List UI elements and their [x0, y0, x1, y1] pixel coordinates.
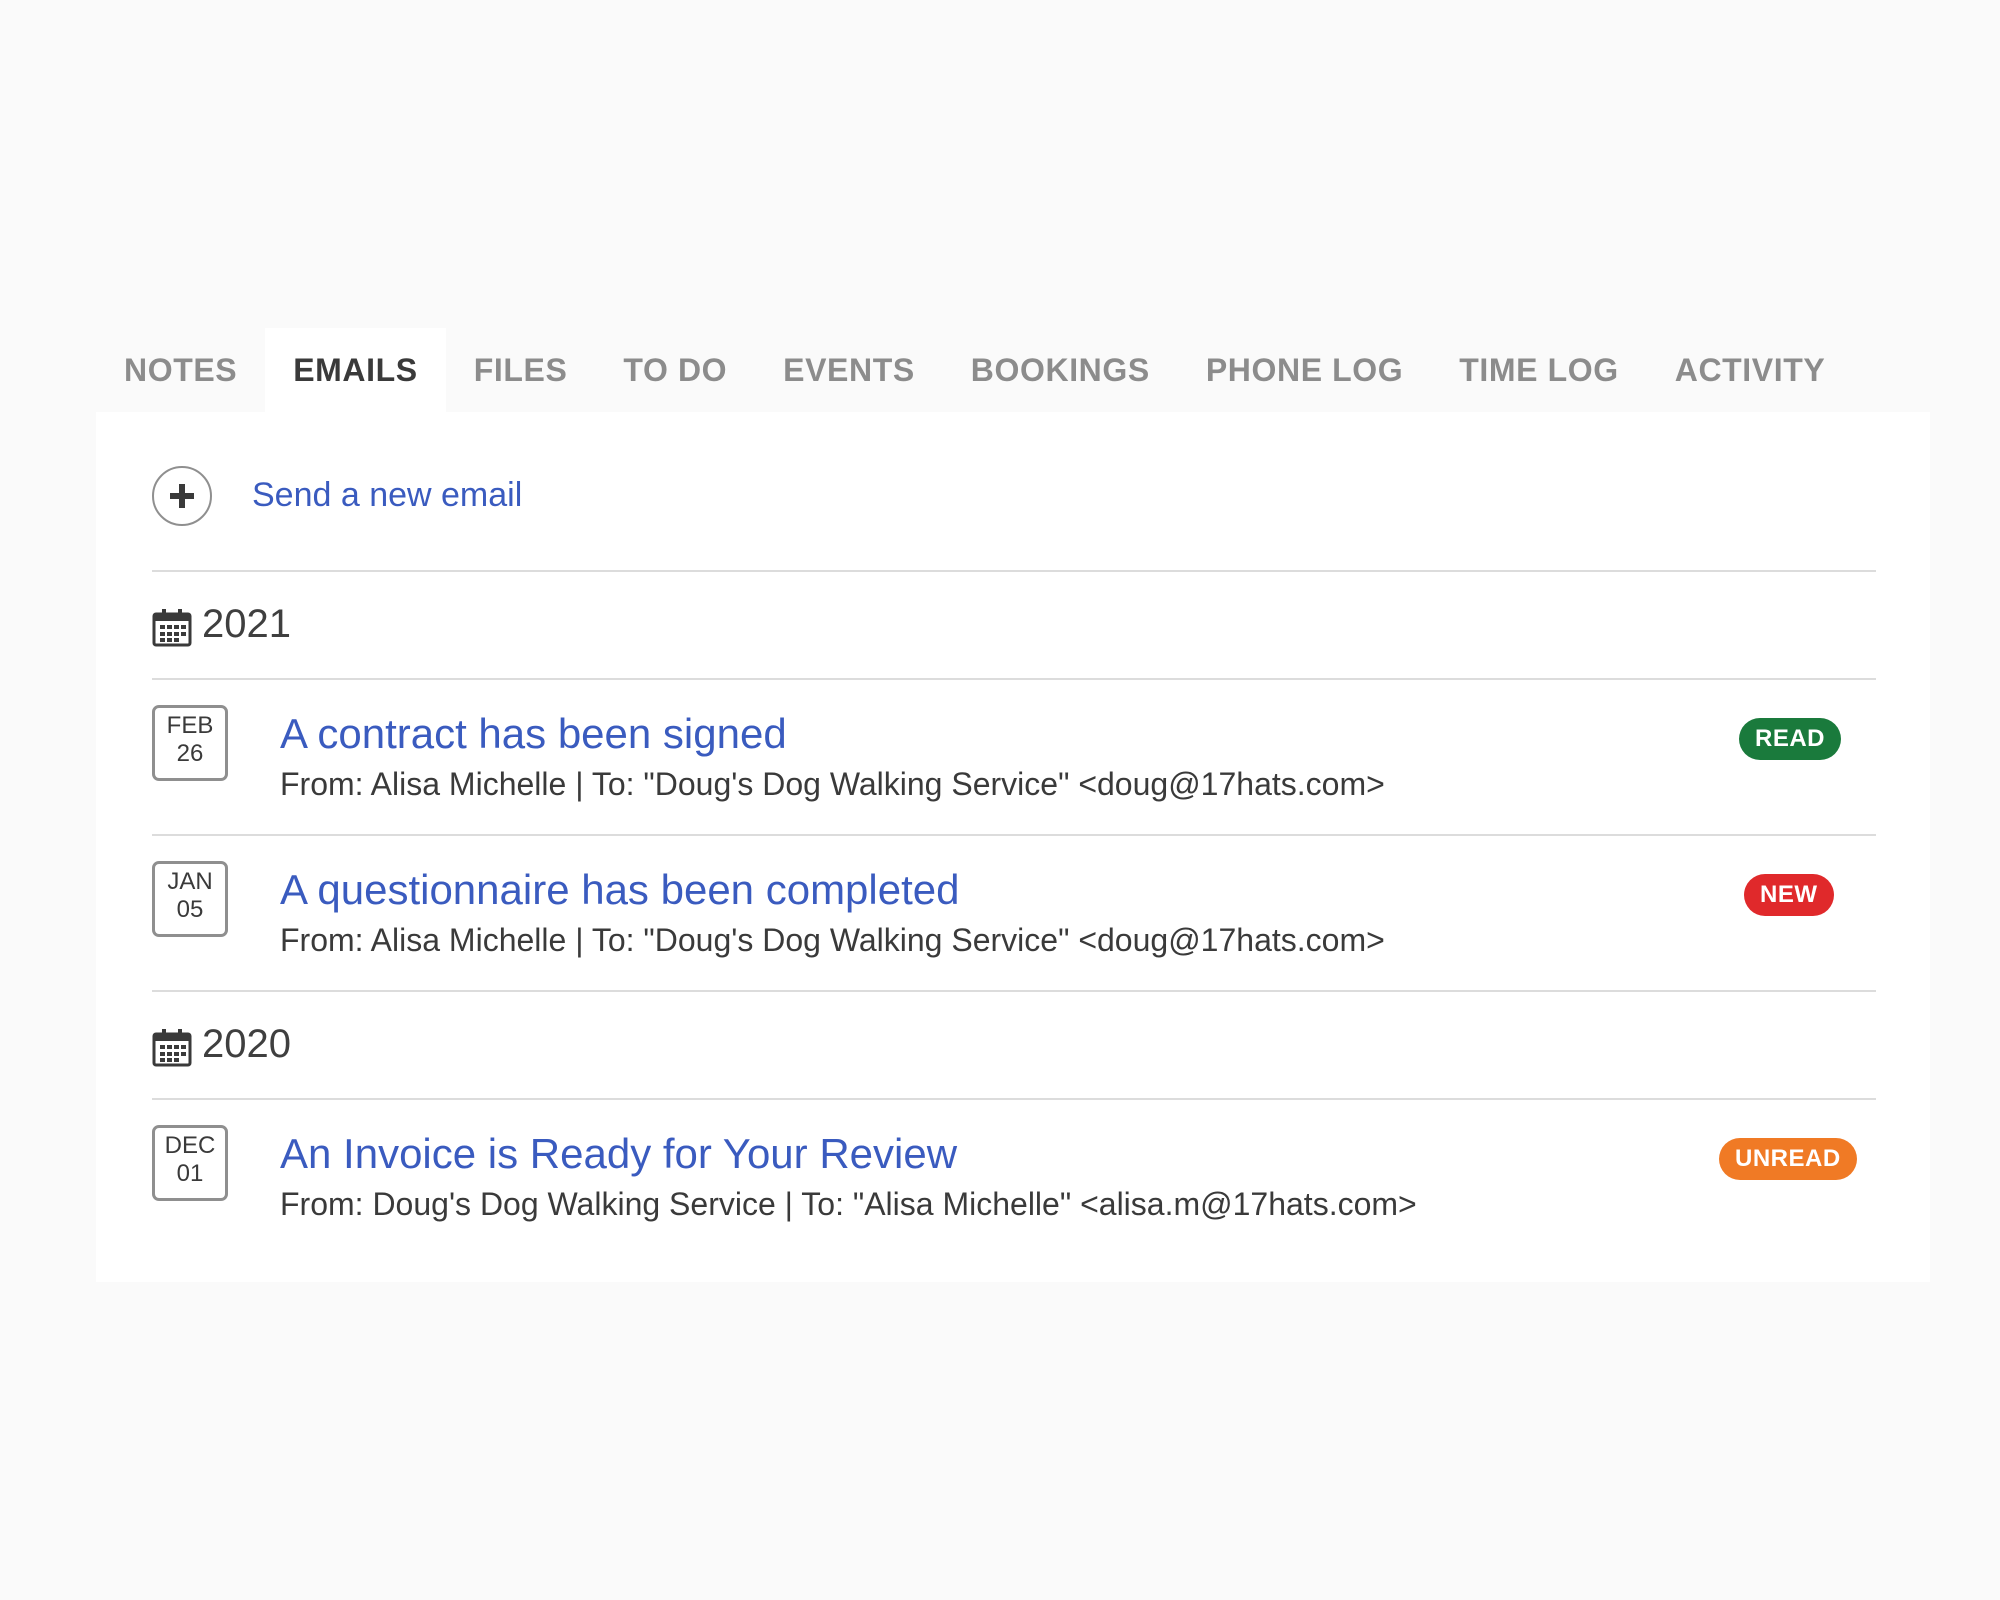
calendar-icon	[152, 609, 192, 647]
year-label: 2021	[202, 602, 291, 646]
email-subject-link[interactable]: A questionnaire has been completed	[280, 866, 960, 914]
date-month: JAN	[167, 868, 213, 895]
tab-notes[interactable]: NOTES	[96, 328, 265, 412]
status-badge-unread: UNREAD	[1719, 1138, 1857, 1180]
email-row[interactable]: JAN 05 A questionnaire has been complete…	[152, 836, 1876, 990]
calendar-icon	[152, 1029, 192, 1067]
email-row[interactable]: FEB 26 A contract has been signed From: …	[152, 680, 1876, 834]
send-new-email-link[interactable]: Send a new email	[252, 476, 522, 515]
status-badge-new: NEW	[1744, 874, 1834, 916]
email-subject-link[interactable]: An Invoice is Ready for Your Review	[280, 1130, 957, 1178]
email-row[interactable]: DEC 01 An Invoice is Ready for Your Revi…	[152, 1100, 1876, 1254]
tab-bookings[interactable]: BOOKINGS	[943, 328, 1178, 412]
status-badge-read: READ	[1739, 718, 1842, 760]
tab-emails[interactable]: EMAILS	[265, 328, 446, 412]
add-email-button[interactable]	[152, 466, 212, 526]
date-badge: FEB 26	[152, 705, 228, 781]
email-subject-link[interactable]: A contract has been signed	[280, 710, 787, 758]
tab-phone-log[interactable]: PHONE LOG	[1178, 328, 1431, 412]
date-badge: DEC 01	[152, 1125, 228, 1201]
tab-time-log[interactable]: TIME LOG	[1431, 328, 1646, 412]
year-label: 2020	[202, 1022, 291, 1066]
email-meta: From: Alisa Michelle | To: "Doug's Dog W…	[280, 766, 1385, 802]
tab-files[interactable]: FILES	[446, 328, 596, 412]
tab-events[interactable]: EVENTS	[755, 328, 943, 412]
date-month: DEC	[164, 1132, 216, 1159]
email-meta: From: Alisa Michelle | To: "Doug's Dog W…	[280, 922, 1385, 958]
emails-list: Send a new email 2021 FEB 26 A contract …	[152, 412, 1876, 1254]
year-header-2020: 2020	[152, 992, 1876, 1098]
year-header-2021: 2021	[152, 572, 1876, 678]
tab-bar: NOTES EMAILS FILES TO DO EVENTS BOOKINGS…	[96, 328, 1853, 412]
date-day: 01	[176, 1160, 204, 1187]
email-meta: From: Doug's Dog Walking Service | To: "…	[280, 1186, 1417, 1222]
plus-icon	[170, 484, 194, 508]
date-day: 05	[176, 896, 204, 923]
tab-to-do[interactable]: TO DO	[595, 328, 755, 412]
date-month: FEB	[166, 712, 214, 739]
date-badge: JAN 05	[152, 861, 228, 937]
date-day: 26	[176, 740, 204, 767]
send-email-row: Send a new email	[152, 412, 1876, 570]
tab-activity[interactable]: ACTIVITY	[1647, 328, 1854, 412]
emails-panel: Send a new email 2021 FEB 26 A contract …	[96, 412, 1930, 1282]
